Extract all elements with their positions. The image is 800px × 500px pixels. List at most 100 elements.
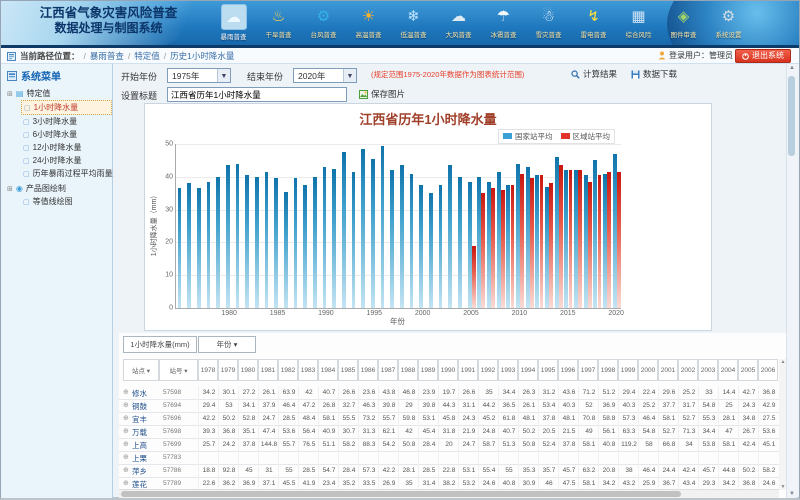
year-header-1993[interactable]: 1993 (498, 359, 518, 381)
station-name-link[interactable]: 修水 (132, 388, 147, 399)
value-cell: 58.7 (478, 438, 499, 451)
year-header-1986[interactable]: 1986 (358, 359, 378, 381)
value-cell (238, 451, 259, 464)
year-header-1978[interactable]: 1978 (198, 359, 218, 381)
year-header-1997[interactable]: 1997 (578, 359, 598, 381)
row-expander-icon[interactable]: ⊕ (123, 453, 129, 461)
toolbar-item-高温普查[interactable]: ☀高温普查 (348, 4, 389, 41)
download-button[interactable]: 数据下载 (631, 68, 677, 80)
sidebar-item-1小时降水量[interactable]: ▢1小时降水量 (21, 100, 112, 115)
year-header-1985[interactable]: 1985 (338, 359, 358, 381)
main-scrollbar[interactable]: ▲ ▼ (786, 64, 797, 498)
toolbar-item-综合风险[interactable]: ▦综合风险 (618, 4, 659, 41)
sidebar-group-产品图绘制[interactable]: ⊞◉产品图绘制 (7, 182, 112, 195)
year-header-1983[interactable]: 1983 (298, 359, 318, 381)
scroll-down-icon[interactable]: ▼ (787, 491, 797, 497)
row-expander-icon[interactable]: ⊕ (123, 388, 129, 396)
toolbar-item-雪灾普查[interactable]: ☃雪灾普查 (528, 4, 569, 41)
year-header-1994[interactable]: 1994 (518, 359, 538, 381)
station-column-header[interactable]: 站点 ▾ (123, 359, 159, 381)
toolbar-item-系统设置[interactable]: ⚙系统设置 (708, 4, 749, 41)
value-cell: 40.8 (598, 438, 619, 451)
station-id-column-header[interactable]: 站号 ▾ (159, 359, 198, 381)
toolbar-item-图件审查[interactable]: ◈图件审查 (663, 4, 704, 41)
year-header-2000[interactable]: 2000 (638, 359, 658, 381)
year-header-1995[interactable]: 1995 (538, 359, 558, 381)
station-name-link[interactable]: 上栗 (132, 453, 147, 464)
year-header-1987[interactable]: 1987 (378, 359, 398, 381)
row-expander-icon[interactable]: ⊕ (123, 440, 129, 448)
sidebar-group-特定值[interactable]: ⊞▤特定值 (7, 87, 112, 100)
year-header-1979[interactable]: 1979 (218, 359, 238, 381)
value-cell: 19.7 (438, 386, 459, 399)
sidebar-item-历年暴雨过程平均雨量[interactable]: ▢历年暴雨过程平均雨量 (23, 167, 112, 180)
year-header-1988[interactable]: 1988 (398, 359, 418, 381)
station-name-link[interactable]: 上高 (132, 440, 147, 451)
sidebar-item-6小时降水量[interactable]: ▢6小时降水量 (23, 128, 112, 141)
year-header-1982[interactable]: 1982 (278, 359, 298, 381)
year-header-1984[interactable]: 1984 (318, 359, 338, 381)
value-cell: 42.7 (738, 386, 759, 399)
toolbar-item-台风普查[interactable]: ⚙台风普查 (303, 4, 344, 41)
end-year-select[interactable]: 2020年 ▼ (293, 68, 357, 83)
row-expander-icon[interactable]: ⊕ (123, 414, 129, 422)
calculate-button[interactable]: 计算结果 (571, 68, 617, 80)
expander-icon[interactable]: ⊞ (7, 185, 13, 193)
toolbar-item-大风普查[interactable]: ☁大风普查 (438, 4, 479, 41)
row-expander-icon[interactable]: ⊕ (123, 479, 129, 487)
chart-title-input[interactable] (167, 87, 347, 102)
save-image-button[interactable]: 保存图片 (359, 88, 405, 100)
station-name-link[interactable]: 万载 (132, 427, 147, 438)
year-filter-dropdown[interactable]: 年份 ▾ (198, 336, 256, 353)
horizontal-scroll-thumb[interactable] (121, 491, 681, 497)
sidebar-item-等值线绘图[interactable]: ▢等值线绘图 (23, 195, 112, 208)
year-header-1996[interactable]: 1996 (558, 359, 578, 381)
year-header-1991[interactable]: 1991 (458, 359, 478, 381)
logout-button[interactable]: 退出系统 (735, 49, 791, 63)
toolbar-item-雷电普查[interactable]: ↯雷电普查 (573, 4, 614, 41)
chevron-down-icon: ▼ (217, 69, 230, 82)
sidebar-item-24小时降水量[interactable]: ▢24小时降水量 (23, 154, 112, 167)
toolbar-item-冰雹普查[interactable]: ☂冰雹普查 (483, 4, 524, 41)
row-expander-icon[interactable]: ⊕ (123, 427, 129, 435)
sidebar-item-3小时降水量[interactable]: ▢3小时降水量 (23, 115, 112, 128)
station-name-link[interactable]: 宜丰 (132, 414, 147, 425)
year-header-2002[interactable]: 2002 (678, 359, 698, 381)
expander-icon[interactable]: ⊞ (7, 90, 13, 98)
year-header-1989[interactable]: 1989 (418, 359, 438, 381)
breadcrumb-segment[interactable]: 暴雨普查 (90, 50, 124, 62)
breadcrumb-segment[interactable]: 特定值 (134, 50, 160, 62)
year-header-1990[interactable]: 1990 (438, 359, 458, 381)
search-icon (571, 70, 580, 79)
year-header-2003[interactable]: 2003 (698, 359, 718, 381)
toolbar-item-低温普查[interactable]: ❄低温普查 (393, 4, 434, 41)
value-cell: 21.9 (458, 425, 479, 438)
value-cell (378, 451, 399, 464)
year-header-1981[interactable]: 1981 (258, 359, 278, 381)
year-header-2001[interactable]: 2001 (658, 359, 678, 381)
vertical-scroll-thumb[interactable] (788, 76, 795, 156)
breadcrumb-segment[interactable]: 历史1小时降水量 (170, 50, 234, 62)
station-name-link[interactable]: 铜鼓 (132, 401, 147, 412)
year-header-2004[interactable]: 2004 (718, 359, 738, 381)
year-header-1992[interactable]: 1992 (478, 359, 498, 381)
station-name-link[interactable]: 萍乡 (132, 466, 147, 477)
row-expander-icon[interactable]: ⊕ (123, 466, 129, 474)
year-header-1999[interactable]: 1999 (618, 359, 638, 381)
toolbar-item-干旱普查[interactable]: ♨干旱普查 (258, 4, 299, 41)
value-cell: 45.4 (418, 425, 439, 438)
year-header-1980[interactable]: 1980 (238, 359, 258, 381)
value-cell (438, 451, 459, 464)
year-header-2006[interactable]: 2006 (758, 359, 778, 381)
scroll-up-icon[interactable]: ▲ (787, 65, 797, 71)
value-cell: 57.3 (358, 464, 379, 477)
table-horizontal-scrollbar[interactable] (119, 489, 779, 498)
toolbar-item-暴雨普查[interactable]: ☁暴雨普查 (213, 4, 254, 41)
year-header-2005[interactable]: 2005 (738, 359, 758, 381)
row-expander-icon[interactable]: ⊕ (123, 401, 129, 409)
start-year-select[interactable]: 1975年 ▼ (167, 68, 231, 83)
sidebar-header: 系统菜单 (7, 68, 106, 83)
year-header-1998[interactable]: 1998 (598, 359, 618, 381)
value-cell: 56.4 (298, 425, 319, 438)
sidebar-item-12小时降水量[interactable]: ▢12小时降水量 (23, 141, 112, 154)
